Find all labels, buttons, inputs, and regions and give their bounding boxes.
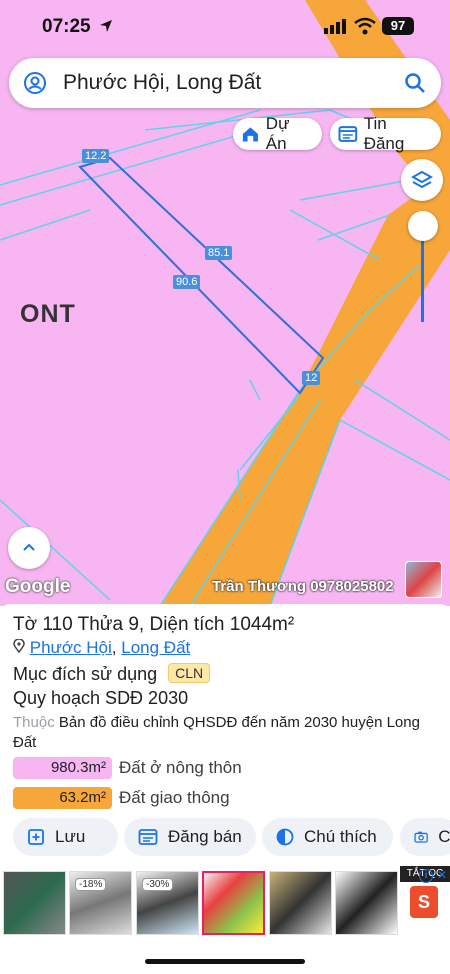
legend-button[interactable]: Chú thích bbox=[262, 818, 393, 856]
listings-chip-label: Tin Đăng bbox=[363, 114, 405, 153]
shopee-icon[interactable]: S bbox=[410, 886, 438, 918]
search-input[interactable]: Phước Hội, Long Đất bbox=[63, 71, 261, 95]
ad-item[interactable] bbox=[335, 871, 398, 935]
search-icon[interactable] bbox=[403, 71, 427, 95]
source-text: Bản đồ điều chỉnh QHSDĐ đến năm 2030 huy… bbox=[13, 714, 420, 751]
parcel-title: Tờ 110 Thửa 9, Diện tích 1044m² bbox=[13, 614, 294, 636]
battery-indicator: 97 bbox=[382, 17, 414, 35]
camera-icon bbox=[414, 831, 428, 843]
dimension-label-right: 85.1 bbox=[205, 246, 233, 260]
status-time: 07:25 bbox=[42, 16, 91, 37]
google-logo: Google bbox=[5, 576, 71, 597]
projects-chip-label: Dự Án bbox=[265, 114, 290, 153]
post-sale-label: Đăng bán bbox=[168, 827, 242, 846]
discount-badge: -18% bbox=[75, 878, 107, 891]
legend-label-traffic: Đất giao thông bbox=[119, 788, 230, 807]
listings-chip[interactable]: Tin Đăng bbox=[330, 114, 441, 153]
layers-icon bbox=[411, 170, 433, 189]
watermark-text: Trần Thương 0978025802 bbox=[212, 578, 394, 595]
legend-label: Chú thích bbox=[304, 827, 377, 846]
dimension-label-left: 90.6 bbox=[173, 275, 201, 289]
ad-info-icon[interactable]: i bbox=[419, 869, 433, 883]
legend-row-traffic: 63.2m² Đất giao thông bbox=[13, 786, 230, 810]
ad-item[interactable]: -30% bbox=[136, 871, 199, 935]
plan-heading: Quy hoạch SDĐ 2030 bbox=[13, 688, 189, 708]
parcel-outline bbox=[78, 156, 325, 395]
chevron-up-icon bbox=[23, 543, 35, 551]
location-arrow-icon bbox=[100, 20, 112, 32]
dimension-label-bottom: 12 bbox=[302, 371, 321, 385]
home-indicator bbox=[145, 959, 305, 964]
legend-value-traffic: 63.2m² bbox=[13, 787, 112, 809]
ad-close-icon[interactable]: ✕ bbox=[437, 868, 447, 882]
purpose-row: Mục đích sử dụng CLN bbox=[13, 663, 211, 685]
purpose-code-badge: CLN bbox=[168, 663, 211, 683]
ward-link[interactable]: Phước Hội bbox=[30, 638, 112, 657]
plot-label: Thửa bbox=[77, 614, 124, 635]
status-bar: 07:25 97 bbox=[0, 0, 450, 54]
area-label: Diện tích bbox=[149, 614, 225, 635]
post-sale-button[interactable]: Đăng bán bbox=[124, 818, 256, 856]
projects-chip[interactable]: Dự Án bbox=[233, 114, 322, 153]
ad-banner[interactable]: TẮT QC -18% -30% i ✕ S bbox=[0, 866, 450, 974]
expand-panel-button[interactable] bbox=[8, 527, 50, 569]
action-bar: Lưu Đăng bán Chú thích Ch bbox=[0, 818, 450, 858]
zone-label: ONT bbox=[20, 300, 76, 328]
wifi-icon bbox=[354, 17, 376, 35]
legend-label-residential: Đất ở nông thôn bbox=[119, 758, 242, 777]
user-icon[interactable] bbox=[23, 71, 47, 95]
area-value: 1044m² bbox=[229, 614, 295, 635]
capture-button[interactable]: Ch bbox=[400, 818, 450, 856]
ad-item[interactable] bbox=[269, 871, 332, 935]
sheet-label: Tờ bbox=[13, 614, 38, 635]
district-link[interactable]: Long Đất bbox=[121, 638, 190, 657]
ad-item[interactable]: -18% bbox=[69, 871, 132, 935]
ad-item[interactable] bbox=[3, 871, 66, 935]
save-icon bbox=[28, 829, 44, 845]
legend-value-residential: 980.3m² bbox=[13, 757, 112, 779]
sheet-number: 110 bbox=[42, 614, 73, 635]
purpose-label: Mục đích sử dụng bbox=[13, 664, 158, 684]
legend-row-residential: 980.3m² Đất ở nông thôn bbox=[13, 756, 242, 780]
discount-badge: -30% bbox=[142, 878, 174, 891]
house-icon bbox=[242, 127, 258, 142]
save-button[interactable]: Lưu bbox=[13, 818, 118, 856]
signal-icon bbox=[324, 19, 346, 34]
layers-button[interactable] bbox=[401, 159, 443, 201]
search-bar[interactable]: Phước Hội, Long Đất bbox=[9, 58, 441, 108]
source-prefix: Thuộc bbox=[13, 714, 55, 731]
pin-icon bbox=[13, 638, 25, 654]
plot-number: 9, bbox=[128, 614, 145, 635]
save-label: Lưu bbox=[55, 827, 86, 846]
street-view-thumbnail[interactable] bbox=[405, 561, 442, 598]
road-main bbox=[160, 170, 450, 606]
listing-icon bbox=[138, 829, 158, 845]
opacity-slider-handle[interactable] bbox=[408, 211, 438, 241]
contrast-icon bbox=[276, 828, 294, 846]
location-row: Phước Hội, Long Đất bbox=[13, 638, 190, 658]
listings-icon bbox=[338, 126, 358, 142]
dimension-label-top: 12.2 bbox=[82, 149, 110, 163]
capture-label: Ch bbox=[438, 827, 450, 846]
ad-item[interactable] bbox=[202, 871, 265, 935]
plan-source: Thuộc Bản đồ điều chỉnh QHSDĐ đến năm 20… bbox=[13, 713, 433, 753]
